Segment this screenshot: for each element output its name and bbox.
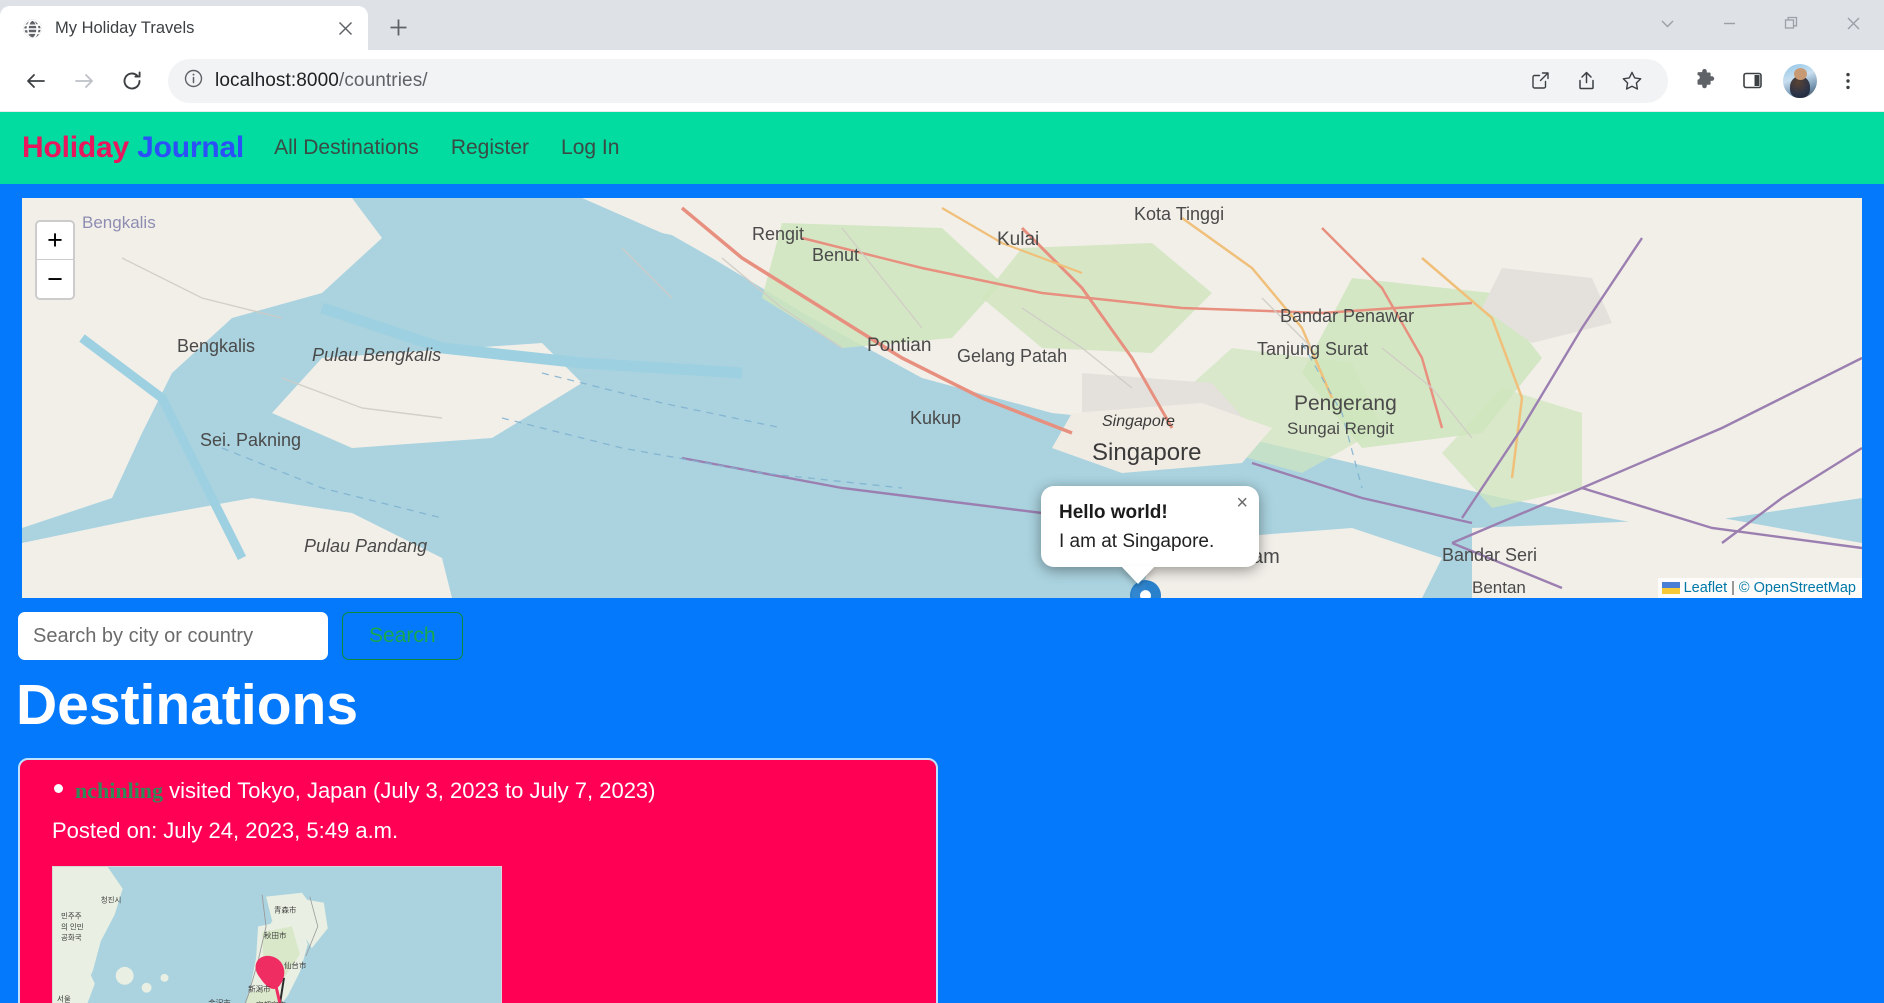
- map-tiles: Bengkalis Bengkalis Pulau Bengkalis Sei.…: [22, 198, 1862, 598]
- browser-window: My Holiday Travels localhost:8000/countr…: [0, 0, 1884, 1003]
- attribution-separator: |: [1731, 580, 1735, 596]
- minimize-icon[interactable]: [1698, 0, 1760, 46]
- globe-icon: [22, 18, 43, 39]
- card-map-thumbnail[interactable]: 청진시 민주주 의 인민 공화국 서울 青森市 秋田市 仙台市 新潟市 金沢市 …: [52, 865, 502, 1003]
- popup-close-icon[interactable]: ×: [1236, 493, 1248, 513]
- brand-part-2: Journal: [137, 131, 245, 164]
- open-in-new-icon[interactable]: [1518, 59, 1562, 103]
- map-attribution: Leaflet | © OpenStreetMap: [1657, 578, 1862, 598]
- svg-text:Sungai Rengit: Sungai Rengit: [1287, 419, 1394, 438]
- card-visit-text: visited Tokyo, Japan (July 3, 2023 to Ju…: [169, 777, 656, 803]
- svg-text:Kulai: Kulai: [997, 229, 1039, 250]
- svg-text:의 인민: 의 인민: [61, 921, 84, 931]
- search-form: Search: [0, 598, 1884, 660]
- destination-card[interactable]: nchinling visited Tokyo, Japan (July 3, …: [18, 757, 938, 1003]
- page-content: Holiday Journal All Destinations Registe…: [0, 112, 1884, 1003]
- puzzle-icon[interactable]: [1682, 59, 1726, 103]
- openstreetmap-link[interactable]: © OpenStreetMap: [1739, 580, 1856, 596]
- site-brand[interactable]: Holiday Journal: [22, 131, 244, 165]
- browser-toolbar: localhost:8000/countries/: [0, 50, 1884, 112]
- browser-tab[interactable]: My Holiday Travels: [0, 6, 368, 50]
- svg-text:Benut: Benut: [812, 245, 859, 265]
- svg-text:Pontian: Pontian: [867, 335, 931, 356]
- restore-icon[interactable]: [1760, 0, 1822, 46]
- svg-text:Kukup: Kukup: [910, 408, 961, 428]
- new-tab-button[interactable]: [378, 7, 418, 47]
- address-bar[interactable]: localhost:8000/countries/: [168, 58, 1668, 103]
- url-path: /countries/: [338, 69, 428, 91]
- avatar[interactable]: [1778, 59, 1822, 103]
- brand-part-1: Holiday: [22, 131, 129, 164]
- popup-title: Hello world!: [1059, 502, 1168, 523]
- nav-link-all-destinations[interactable]: All Destinations: [274, 136, 419, 160]
- url-host: localhost:8000: [215, 69, 339, 91]
- side-panel-icon[interactable]: [1730, 59, 1774, 103]
- svg-text:金沢市: 金沢市: [208, 997, 231, 1003]
- three-dots-icon[interactable]: [1826, 59, 1870, 103]
- chevron-down-icon[interactable]: [1636, 0, 1698, 46]
- svg-text:서울: 서울: [57, 994, 71, 1003]
- info-circle-icon[interactable]: [184, 69, 203, 93]
- svg-text:秋田市: 秋田市: [264, 930, 287, 940]
- tab-title: My Holiday Travels: [55, 18, 195, 37]
- close-icon[interactable]: [1822, 0, 1884, 46]
- svg-text:Tanjung Surat: Tanjung Surat: [1257, 339, 1368, 359]
- arrow-right-icon[interactable]: [62, 59, 106, 103]
- search-input[interactable]: [18, 612, 328, 660]
- destinations-list: nchinling visited Tokyo, Japan (July 3, …: [0, 736, 1884, 1003]
- reload-icon[interactable]: [110, 59, 154, 103]
- share-icon[interactable]: [1564, 59, 1608, 103]
- leaflet-map[interactable]: Bengkalis Bengkalis Pulau Bengkalis Sei.…: [22, 198, 1862, 598]
- zoom-in-button[interactable]: +: [37, 222, 73, 260]
- svg-text:青森市: 青森市: [274, 904, 297, 914]
- svg-text:Bengkalis: Bengkalis: [177, 336, 255, 356]
- card-text: nchinling visited Tokyo, Japan (July 3, …: [75, 778, 656, 804]
- card-posted-date: Posted on: July 24, 2023, 5:49 a.m.: [52, 817, 399, 843]
- card-heading: nchinling visited Tokyo, Japan (July 3, …: [54, 778, 916, 804]
- leaflet-link[interactable]: Leaflet: [1684, 580, 1728, 596]
- star-icon[interactable]: [1610, 59, 1654, 103]
- nav-link-login[interactable]: Log In: [561, 136, 619, 160]
- close-icon[interactable]: [332, 15, 358, 41]
- svg-text:仙台市: 仙台市: [284, 960, 307, 970]
- tab-strip: My Holiday Travels: [0, 0, 1884, 50]
- svg-text:Bandar Penawar: Bandar Penawar: [1280, 306, 1414, 326]
- svg-text:Kota Tinggi: Kota Tinggi: [1134, 204, 1224, 224]
- omnibox-actions: [1518, 59, 1654, 103]
- svg-text:Sei. Pakning: Sei. Pakning: [200, 430, 301, 450]
- svg-text:청진시: 청진시: [101, 894, 122, 904]
- svg-text:Singapore: Singapore: [1102, 413, 1175, 430]
- bullet-icon: [54, 783, 63, 793]
- svg-text:Gelang Patah: Gelang Patah: [957, 346, 1067, 366]
- svg-text:Rengit: Rengit: [752, 224, 804, 244]
- svg-text:新潟市: 新潟市: [248, 984, 271, 994]
- svg-text:민주주: 민주주: [61, 910, 82, 920]
- svg-text:宇都宮市: 宇都宮市: [256, 999, 286, 1003]
- svg-text:Pulau Pandang: Pulau Pandang: [304, 536, 427, 556]
- svg-text:Bandar Seri: Bandar Seri: [1442, 545, 1537, 565]
- svg-text:Bengkalis: Bengkalis: [82, 213, 156, 232]
- arrow-left-icon[interactable]: [14, 59, 58, 103]
- svg-text:공화국: 공화국: [61, 933, 82, 942]
- site-navbar: Holiday Journal All Destinations Registe…: [0, 112, 1884, 184]
- ukraine-flag-icon: [1661, 582, 1680, 594]
- nav-link-register[interactable]: Register: [451, 136, 529, 160]
- page-title: Destinations: [16, 673, 359, 737]
- card-username[interactable]: nchinling: [75, 778, 163, 803]
- svg-text:Pulau Bengkalis: Pulau Bengkalis: [312, 345, 441, 365]
- svg-text:Pengerang: Pengerang: [1294, 392, 1397, 415]
- popup-body: I am at Singapore.: [1059, 531, 1215, 552]
- url-text: localhost:8000/countries/: [215, 70, 428, 92]
- window-controls: [1636, 0, 1884, 46]
- map-popup[interactable]: × Hello world! I am at Singapore.: [1041, 486, 1259, 567]
- search-button[interactable]: Search: [342, 612, 463, 660]
- map-zoom-controls: + −: [35, 220, 75, 300]
- zoom-out-button[interactable]: −: [37, 260, 73, 298]
- svg-text:Singapore: Singapore: [1092, 439, 1201, 466]
- svg-text:Bentan: Bentan: [1472, 578, 1526, 597]
